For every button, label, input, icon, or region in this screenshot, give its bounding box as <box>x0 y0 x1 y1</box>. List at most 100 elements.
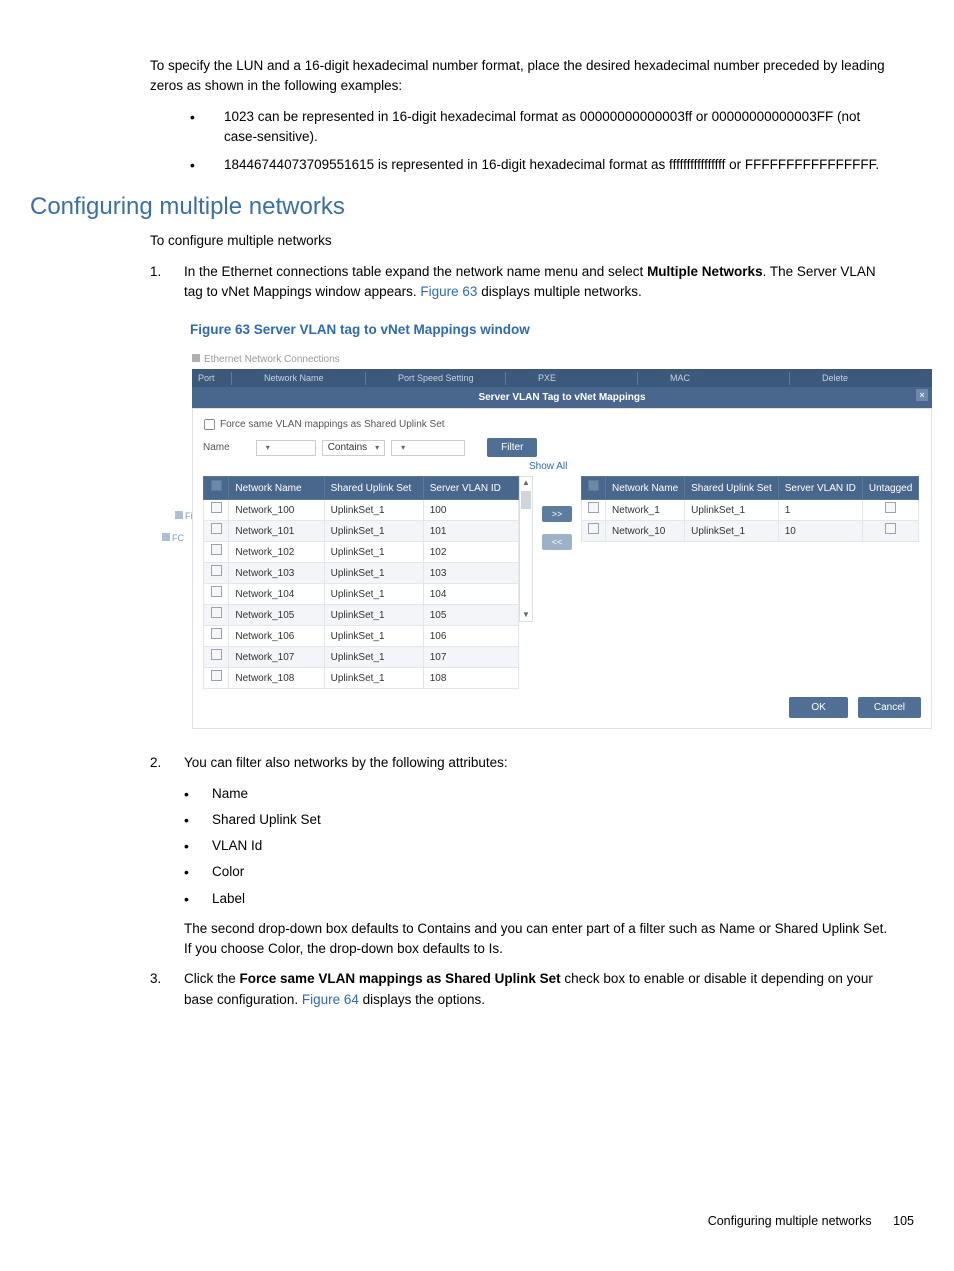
step-text: displays multiple networks. <box>477 284 641 299</box>
step-bold: Multiple Networks <box>647 264 763 279</box>
cell-vlan: 103 <box>423 563 518 584</box>
move-left-button[interactable]: << <box>542 534 572 550</box>
table-row[interactable]: Network_10UplinkSet_110 <box>582 521 919 542</box>
col-server-vlan[interactable]: Server VLAN ID <box>423 477 518 500</box>
row-checkbox[interactable] <box>211 670 222 681</box>
filter-button[interactable]: Filter <box>487 438 537 457</box>
list-item: Name <box>184 784 874 804</box>
cancel-button[interactable]: Cancel <box>858 697 921 718</box>
row-checkbox[interactable] <box>211 649 222 660</box>
force-vlan-row: Force same VLAN mappings as Shared Uplin… <box>203 417 921 432</box>
transfer-buttons: >> << <box>533 476 581 550</box>
col-port-speed[interactable]: Port Speed Setting <box>398 372 506 386</box>
cell-uplink: UplinkSet_1 <box>324 500 423 521</box>
ok-button[interactable]: OK <box>789 697 847 718</box>
col-pxe[interactable]: PXE <box>538 372 638 386</box>
step-text: You can filter also networks by the foll… <box>184 755 508 770</box>
filter-value-input[interactable] <box>391 440 465 456</box>
cell-vlan: 1 <box>778 500 862 521</box>
figure-caption: Figure 63 Server VLAN tag to vNet Mappin… <box>190 320 914 340</box>
header-row: Port Network Name Port Speed Setting PXE… <box>192 369 932 387</box>
col-shared-uplink[interactable]: Shared Uplink Set <box>324 477 423 500</box>
cell-uplink: UplinkSet_1 <box>324 521 423 542</box>
filter-attribute-select[interactable] <box>256 440 316 456</box>
col-server-vlan[interactable]: Server VLAN ID <box>778 477 862 500</box>
cell-vlan: 105 <box>423 605 518 626</box>
cell-uplink: UplinkSet_1 <box>685 521 779 542</box>
scroll-up-icon[interactable]: ▲ <box>522 477 530 489</box>
cell-uplink: UplinkSet_1 <box>324 647 423 668</box>
table-row[interactable]: Network_103UplinkSet_1103 <box>204 563 519 584</box>
col-network-name[interactable]: Network Name <box>229 477 324 500</box>
scroll-down-icon[interactable]: ▼ <box>522 609 530 621</box>
untagged-checkbox[interactable] <box>885 523 896 534</box>
steps-list-continued: You can filter also networks by the foll… <box>150 753 894 1010</box>
row-checkbox[interactable] <box>211 544 222 555</box>
table-row[interactable]: Network_102UplinkSet_1102 <box>204 542 519 563</box>
cell-vlan: 102 <box>423 542 518 563</box>
cell-network: Network_107 <box>229 647 324 668</box>
col-untagged[interactable]: Untagged <box>862 477 918 500</box>
row-checkbox[interactable] <box>211 502 222 513</box>
step-tail: The second drop-down box defaults to Con… <box>184 919 894 960</box>
list-item: Label <box>184 889 874 909</box>
table-row[interactable]: Network_108UplinkSet_1108 <box>204 668 519 689</box>
table-row[interactable]: Network_105UplinkSet_1105 <box>204 605 519 626</box>
left-scrollbar[interactable]: ▲ ▼ <box>519 476 533 622</box>
step-text: In the Ethernet connections table expand… <box>184 264 647 279</box>
cell-vlan: 104 <box>423 584 518 605</box>
table-row[interactable]: Network_104UplinkSet_1104 <box>204 584 519 605</box>
row-checkbox[interactable] <box>211 586 222 597</box>
list-item: Shared Uplink Set <box>184 810 874 830</box>
cell-network: Network_100 <box>229 500 324 521</box>
table-row[interactable]: Network_107UplinkSet_1107 <box>204 647 519 668</box>
col-port[interactable]: Port <box>198 372 232 386</box>
tables-wrap: Fi Network Name Shared Uplink Set Server… <box>203 476 921 689</box>
filter-attributes-list: Name Shared Uplink Set VLAN Id Color Lab… <box>184 784 874 909</box>
row-checkbox[interactable] <box>588 523 599 534</box>
cell-uplink: UplinkSet_1 <box>324 563 423 584</box>
cell-network: Network_108 <box>229 668 324 689</box>
cell-network: Network_106 <box>229 626 324 647</box>
close-icon[interactable]: × <box>916 389 928 401</box>
table-row[interactable]: Network_100UplinkSet_1100 <box>204 500 519 521</box>
cell-uplink: UplinkSet_1 <box>685 500 779 521</box>
show-all-link[interactable]: Show All <box>529 459 921 474</box>
col-mac[interactable]: MAC <box>670 372 790 386</box>
row-checkbox[interactable] <box>211 628 222 639</box>
table-row[interactable]: Network_106UplinkSet_1106 <box>204 626 519 647</box>
row-checkbox[interactable] <box>211 565 222 576</box>
selected-networks-table: Network Name Shared Uplink Set Server VL… <box>581 476 919 542</box>
untagged-checkbox[interactable] <box>885 502 896 513</box>
row-checkbox[interactable] <box>211 607 222 618</box>
scroll-thumb[interactable] <box>521 491 531 509</box>
footer-label: Configuring multiple networks <box>708 1214 872 1228</box>
row-checkbox[interactable] <box>211 523 222 534</box>
col-delete[interactable]: Delete <box>822 372 872 386</box>
row-checkbox[interactable] <box>588 502 599 513</box>
mappings-panel: Force same VLAN mappings as Shared Uplin… <box>192 408 932 729</box>
steps-list: In the Ethernet connections table expand… <box>150 262 894 303</box>
list-item: 18446744073709551615 is represented in 1… <box>190 155 894 175</box>
select-all-right[interactable] <box>582 477 606 500</box>
table-row[interactable]: Network_1UplinkSet_11 <box>582 500 919 521</box>
figure-link[interactable]: Figure 64 <box>302 992 359 1007</box>
list-item: VLAN Id <box>184 836 874 856</box>
col-network-name[interactable]: Network Name <box>606 477 685 500</box>
step-3: Click the Force same VLAN mappings as Sh… <box>150 969 894 1010</box>
step-1: In the Ethernet connections table expand… <box>150 262 894 303</box>
cell-network: Network_10 <box>606 521 685 542</box>
col-network-name[interactable]: Network Name <box>264 372 366 386</box>
move-right-button[interactable]: >> <box>542 506 572 522</box>
cell-network: Network_101 <box>229 521 324 542</box>
filter-operator-select[interactable]: Contains <box>322 440 385 456</box>
cell-vlan: 101 <box>423 521 518 542</box>
figure-link[interactable]: Figure 63 <box>420 284 477 299</box>
cell-network: Network_105 <box>229 605 324 626</box>
col-shared-uplink[interactable]: Shared Uplink Set <box>685 477 779 500</box>
select-all-left[interactable] <box>204 477 229 500</box>
force-vlan-checkbox[interactable] <box>204 419 215 430</box>
intro-paragraph: To specify the LUN and a 16-digit hexade… <box>150 56 894 97</box>
section-intro: To configure multiple networks <box>150 231 894 251</box>
table-row[interactable]: Network_101UplinkSet_1101 <box>204 521 519 542</box>
